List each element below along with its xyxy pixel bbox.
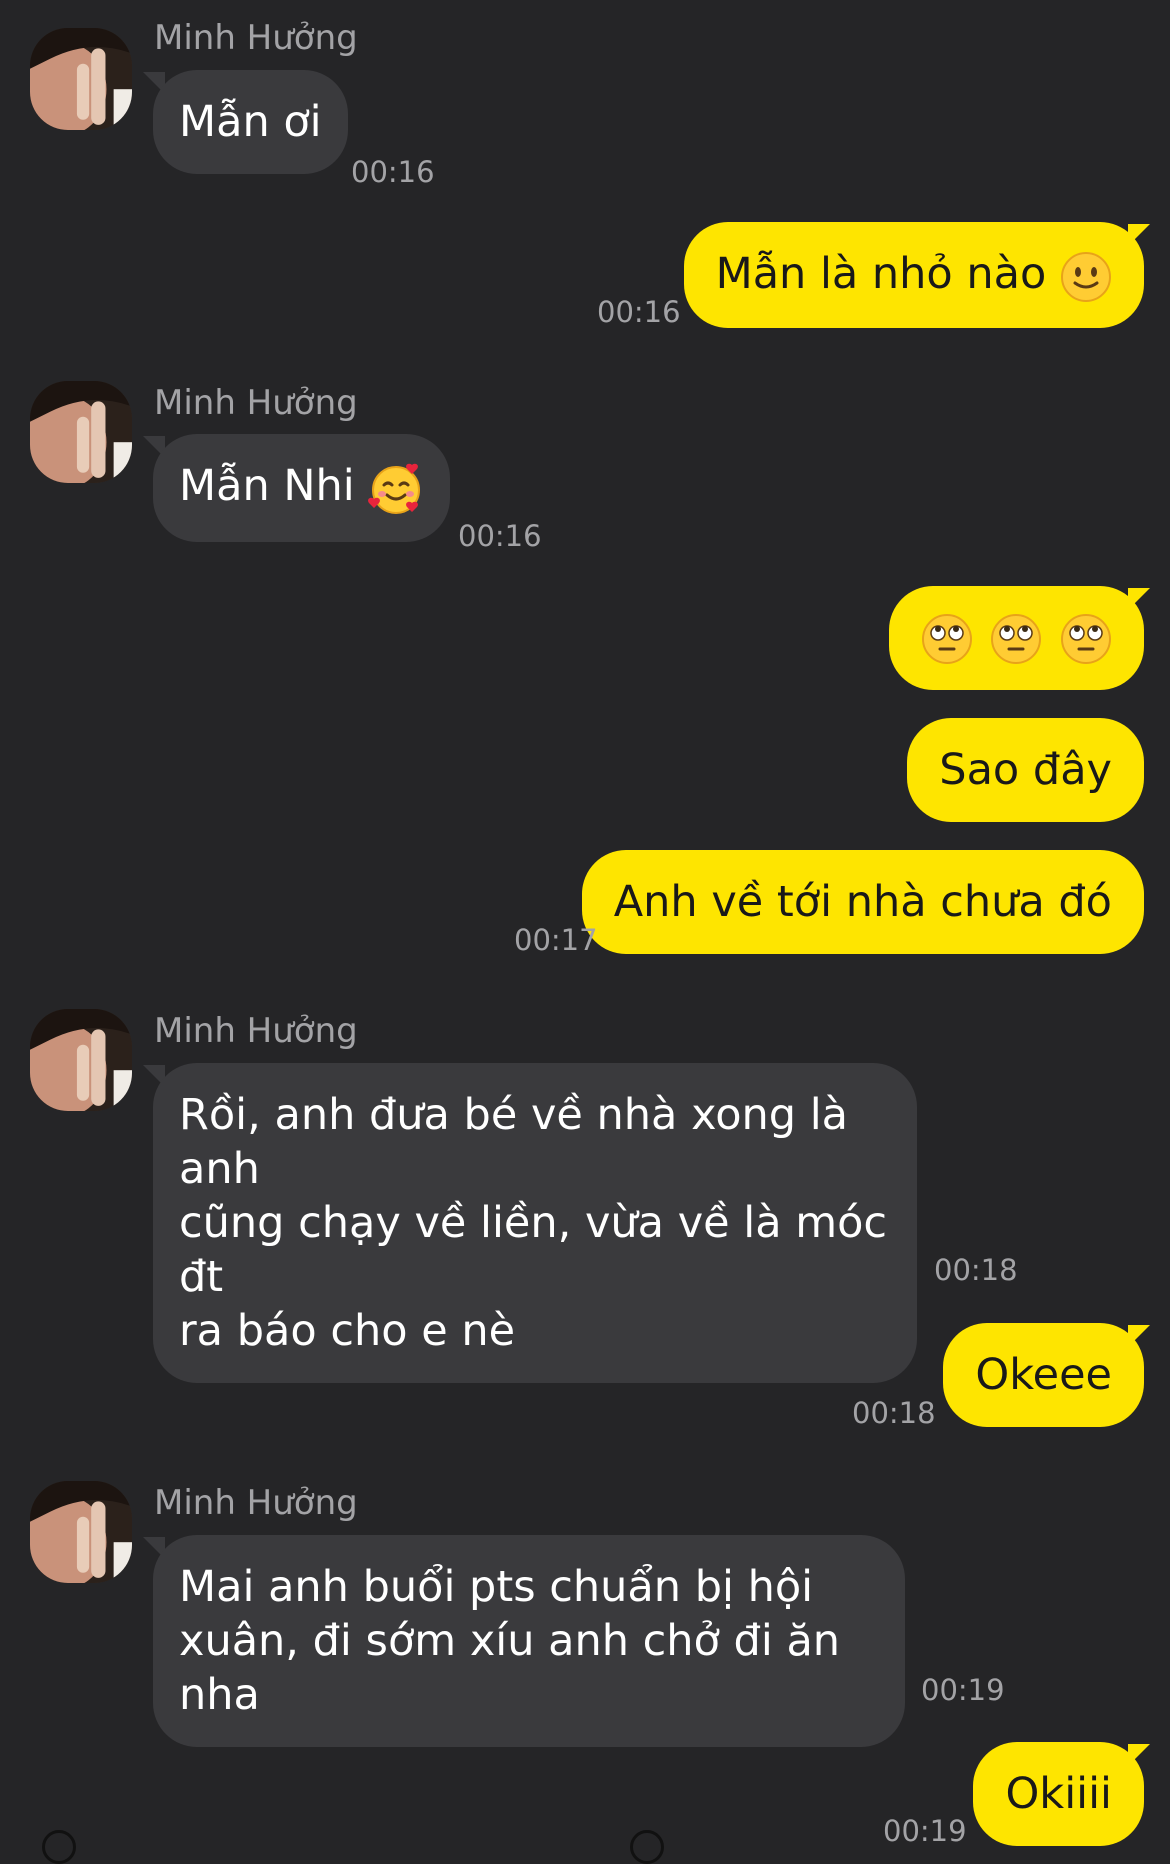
contact-avatar[interactable]: [30, 28, 132, 130]
contact-avatar[interactable]: [30, 381, 132, 483]
message-line: ra báo cho e nè: [179, 1306, 516, 1356]
slightly-smiling-face-icon: [1060, 251, 1112, 303]
sender-name: Minh Hưởng: [154, 383, 358, 423]
message-text: Mẫn ơi: [179, 97, 322, 147]
next-message-avatar: [42, 1830, 76, 1864]
face-with-rolling-eyes-icon: [919, 611, 975, 667]
message-text: Okiiii: [1005, 1769, 1112, 1819]
contact-avatar[interactable]: [30, 1009, 132, 1111]
avatar-photo-icon: [30, 28, 132, 130]
message-text: Sao đây: [939, 745, 1112, 795]
smiling-face-with-hearts-icon: [368, 461, 424, 517]
avatar-photo-icon: [30, 1481, 132, 1583]
incoming-message-bubble[interactable]: Mẫn Nhi: [153, 434, 451, 542]
sender-name: Minh Hưởng: [154, 1483, 358, 1523]
message-timestamp: 00:16: [458, 519, 542, 553]
message-timestamp: 00:18: [852, 1396, 936, 1430]
outgoing-message-bubble[interactable]: Anh về tới nhà chưa đó: [581, 850, 1144, 954]
next-message-icon: [630, 1830, 664, 1864]
sender-name: Minh Hưởng: [154, 18, 358, 58]
sender-name: Minh Hưởng: [154, 1011, 358, 1051]
message-timestamp: 00:17: [514, 923, 598, 957]
incoming-message-bubble[interactable]: Mai anh buổi pts chuẩn bị hội xuân, đi s…: [153, 1535, 905, 1747]
avatar-photo-icon: [30, 381, 132, 483]
face-with-rolling-eyes-icon: [988, 611, 1044, 667]
message-timestamp: 00:19: [883, 1814, 967, 1848]
face-with-rolling-eyes-icon: [1058, 611, 1114, 667]
message-line: cũng chạy về liền, vừa về là móc đt: [179, 1198, 888, 1302]
message-line: xuân, đi sớm xíu anh chở đi ăn nha: [179, 1616, 841, 1720]
message-text: Anh về tới nhà chưa đó: [613, 877, 1112, 927]
outgoing-message-bubble[interactable]: Sao đây: [907, 718, 1144, 822]
message-line: Rồi, anh đưa bé về nhà xong là anh: [179, 1090, 849, 1194]
message-timestamp: 00:16: [597, 295, 681, 329]
outgoing-message-bubble[interactable]: Okiiii: [973, 1742, 1144, 1846]
chat-thread[interactable]: Minh Hưởng Mẫn ơi 00:16 Mẫn là nhỏ nào 0…: [0, 0, 1170, 1864]
avatar-photo-icon: [30, 1009, 132, 1111]
contact-avatar[interactable]: [30, 1481, 132, 1583]
message-text: Mẫn là nhỏ nào: [715, 249, 1047, 299]
outgoing-message-bubble[interactable]: [888, 586, 1144, 690]
outgoing-message-bubble[interactable]: Mẫn là nhỏ nào: [683, 222, 1144, 328]
incoming-message-bubble[interactable]: Rồi, anh đưa bé về nhà xong là anh cũng …: [153, 1063, 917, 1383]
message-text: Okeee: [975, 1350, 1112, 1400]
message-timestamp: 00:16: [351, 155, 435, 189]
message-timestamp: 00:18: [934, 1253, 1018, 1287]
incoming-message-bubble[interactable]: Mẫn ơi: [153, 70, 348, 174]
message-line: Mai anh buổi pts chuẩn bị hội: [179, 1562, 814, 1612]
message-text: Mẫn Nhi: [179, 461, 355, 511]
outgoing-message-bubble[interactable]: Okeee: [943, 1323, 1144, 1427]
message-timestamp: 00:19: [921, 1673, 1005, 1707]
